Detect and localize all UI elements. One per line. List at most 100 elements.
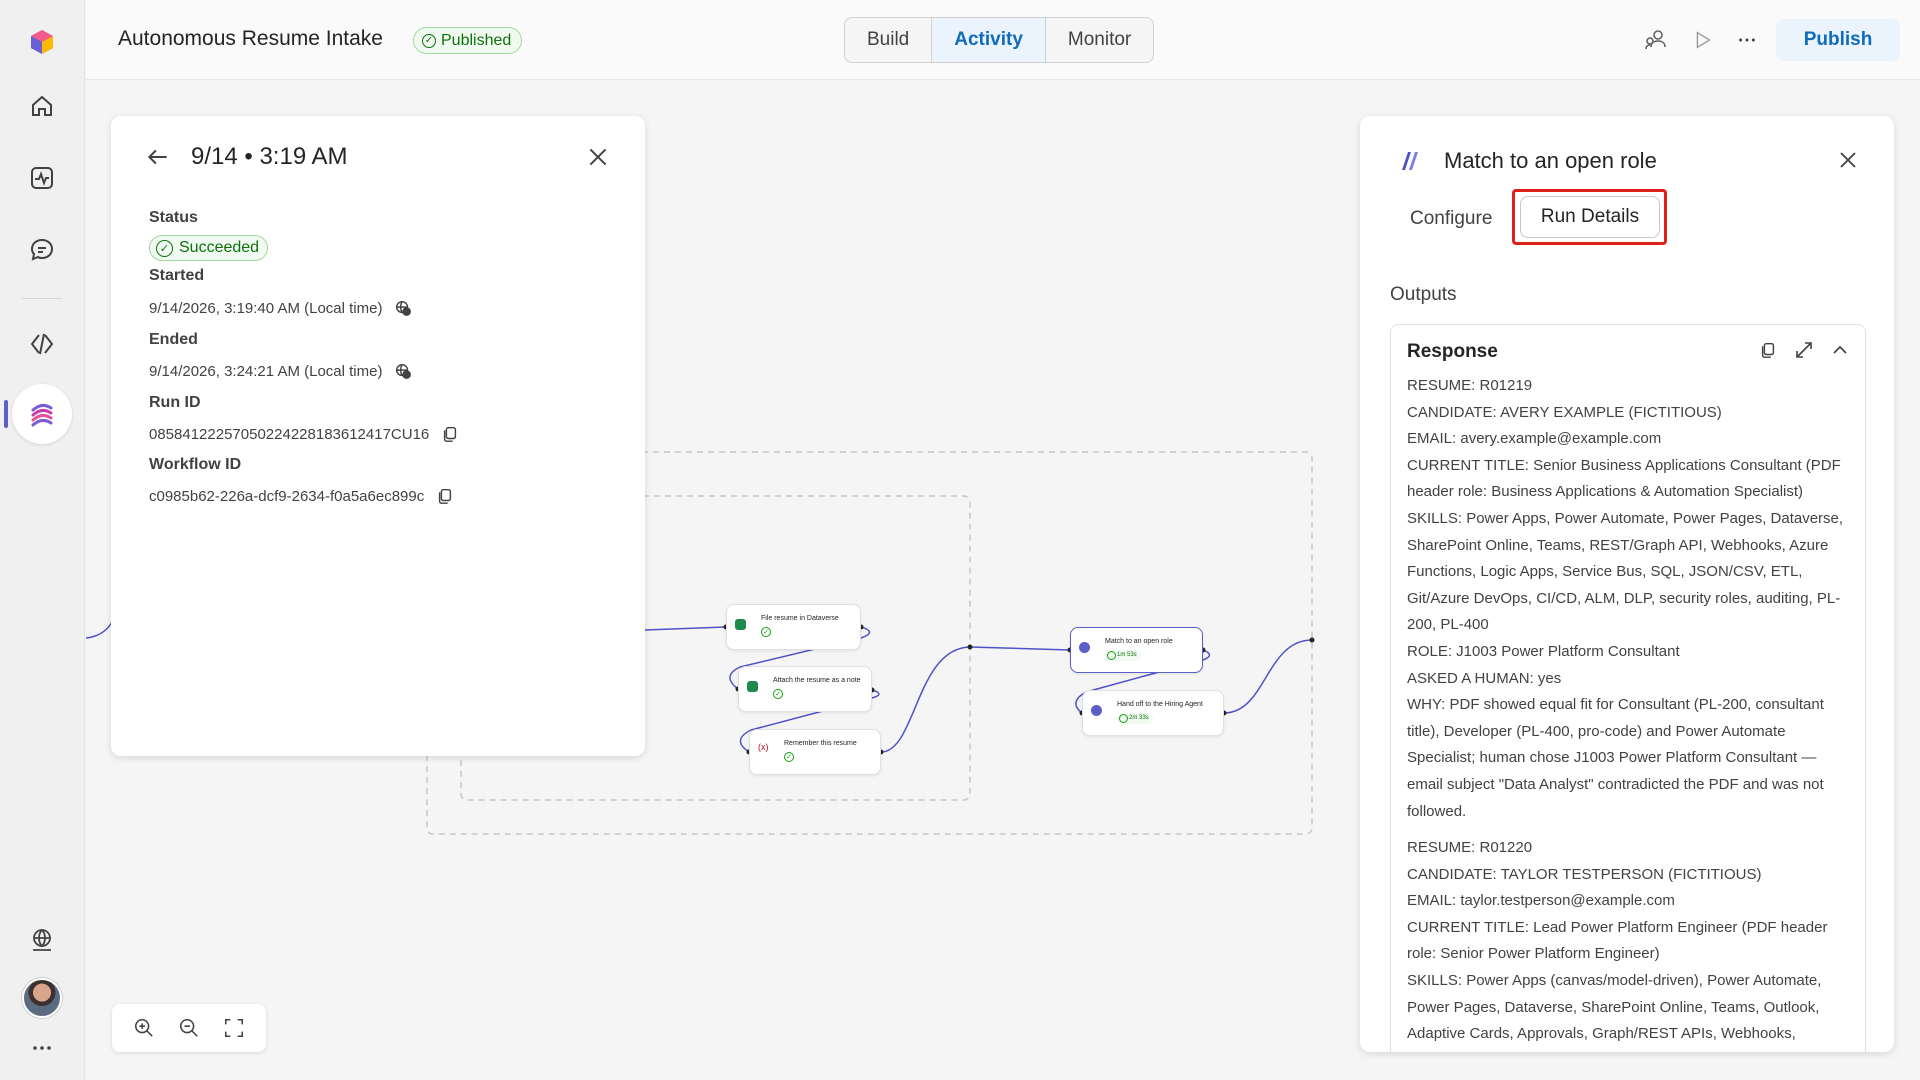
duration-badge: 1m 53s <box>1105 650 1141 661</box>
home-icon[interactable] <box>18 82 66 130</box>
zoom-in-icon[interactable] <box>131 1015 157 1041</box>
top-header: Autonomous Resume Intake ✓ Published Bui… <box>86 0 1920 80</box>
workflow-id-row: c0985b62-226a-dcf9-2634-f0a5a6ec899c <box>149 487 454 505</box>
step-details-panel: Match to an open role Configure Run Deta… <box>1360 116 1894 1052</box>
status-value: Succeeded <box>179 239 260 256</box>
started-label: Started <box>149 267 205 284</box>
dataverse-icon <box>747 681 758 692</box>
node-hand-off[interactable]: Hand off to the Hiring Agent 2m 33s <box>1082 690 1224 736</box>
status-badge: ✓ Succeeded <box>149 235 269 261</box>
dataverse-icon <box>735 619 746 630</box>
tab-run-details[interactable]: Run Details <box>1520 196 1660 238</box>
response-line: RESUME: R01220 <box>1407 839 1533 857</box>
response-line: CANDIDATE: TAYLOR TESTPERSON (FICTITIOUS… <box>1407 865 1762 883</box>
node-file-resume[interactable]: File resume in Dataverse ✓ <box>726 604 861 650</box>
node-label: Attach the resume as a note <box>773 677 861 684</box>
tab-build[interactable]: Build <box>845 18 933 62</box>
published-badge: ✓ Published <box>413 27 523 54</box>
agent-icon <box>1079 642 1090 653</box>
fit-view-icon[interactable] <box>221 1015 247 1041</box>
started-row: 9/14/2026, 3:19:40 AM (Local time) <box>149 299 412 317</box>
response-line: EMAIL: avery.example@example.com <box>1407 430 1662 448</box>
response-line: RESUME: R01219 <box>1407 377 1533 394</box>
response-card: Response RESUME: R01219 CANDIDATE: AVERY… <box>1390 324 1866 1052</box>
chat-icon[interactable] <box>18 226 66 274</box>
activity-icon[interactable] <box>18 154 66 202</box>
node-remember-resume[interactable]: (x) Remember this resume ✓ <box>749 729 881 775</box>
play-icon[interactable] <box>1688 26 1716 54</box>
workflow-id-label: Workflow ID <box>149 456 242 473</box>
copy-icon[interactable] <box>441 425 459 443</box>
variable-icon: (x) <box>758 742 769 752</box>
expand-icon[interactable] <box>1793 339 1815 361</box>
publish-button[interactable]: Publish <box>1776 19 1900 61</box>
run-summary-panel: 9/14 • 3:19 AM Status ✓ Succeeded Starte… <box>111 116 645 756</box>
zoom-controls <box>112 1004 266 1052</box>
step-title: Match to an open role <box>1444 148 1657 173</box>
rail-active-indicator <box>4 400 8 428</box>
ended-row: 9/14/2026, 3:24:21 AM (Local time) <box>149 362 412 380</box>
node-label: Match to an open role <box>1105 638 1173 645</box>
node-attach-note[interactable]: Attach the resume as a note ✓ <box>738 666 872 712</box>
response-line: CURRENT TITLE: Senior Business Applicati… <box>1407 456 1841 501</box>
view-tabs: Build Activity Monitor <box>844 17 1155 63</box>
rail-divider <box>22 298 62 299</box>
started-value: 9/14/2026, 3:19:40 AM (Local time) <box>149 299 383 317</box>
run-id-value: 08584122257050224228183612417CU16 <box>149 425 430 443</box>
node-label: Remember this resume <box>784 740 857 747</box>
copy-icon[interactable] <box>436 487 454 505</box>
response-text: RESUME: R01219 CANDIDATE: AVERY EXAMPLE … <box>1407 373 1855 1048</box>
code-icon[interactable] <box>18 320 66 368</box>
back-arrow-icon[interactable] <box>145 144 171 170</box>
node-label: Hand off to the Hiring Agent <box>1117 701 1203 708</box>
status-label: Status <box>149 209 198 226</box>
response-line: SKILLS: Power Apps, Power Automate, Powe… <box>1407 509 1844 634</box>
check-circle-icon: ✓ <box>156 239 173 257</box>
node-match-role[interactable]: Match to an open role 1m 53s <box>1070 627 1203 673</box>
globe-clock-icon <box>394 299 412 317</box>
node-label: File resume in Dataverse <box>761 615 839 622</box>
zoom-out-icon[interactable] <box>176 1015 202 1041</box>
globe-icon[interactable] <box>18 916 66 964</box>
workflow-id-value: c0985b62-226a-dcf9-2634-f0a5a6ec899c <box>149 487 425 505</box>
copy-icon[interactable] <box>1757 339 1779 361</box>
response-actions <box>1757 339 1851 361</box>
success-icon: ✓ <box>773 689 783 699</box>
app-logo-icon[interactable] <box>18 18 66 66</box>
agent-icon <box>1091 705 1102 716</box>
user-avatar[interactable] <box>22 978 62 1018</box>
response-line: ASKED A HUMAN: yes <box>1407 669 1562 687</box>
run-title: 9/14 • 3:19 AM <box>191 143 348 170</box>
share-people-icon[interactable] <box>1642 26 1670 54</box>
app-title: Autonomous Resume Intake <box>118 27 383 50</box>
close-icon[interactable] <box>585 144 611 170</box>
duration-badge: 2m 33s <box>1117 713 1153 724</box>
run-id-row: 08584122257050224228183612417CU16 <box>149 425 459 443</box>
globe-clock-icon <box>394 362 412 380</box>
more-icon[interactable] <box>18 1024 66 1072</box>
workflows-icon[interactable] <box>12 384 72 444</box>
response-line: EMAIL: taylor.testperson@example.com <box>1407 892 1675 910</box>
tab-activity[interactable]: Activity <box>932 18 1046 62</box>
more-options-icon[interactable] <box>1733 26 1761 54</box>
close-icon[interactable] <box>1836 148 1860 172</box>
response-line: WHY: PDF showed equal fit for Consultant… <box>1407 696 1824 820</box>
check-circle-icon: ✓ <box>422 33 436 48</box>
outputs-heading: Outputs <box>1390 284 1457 305</box>
success-icon: ✓ <box>784 752 794 762</box>
run-id-label: Run ID <box>149 394 201 411</box>
response-line: CURRENT TITLE: Lead Power Platform Engin… <box>1407 918 1828 963</box>
response-line: ROLE: J1003 Power Platform Consultant <box>1407 642 1680 660</box>
left-rail <box>0 0 85 1080</box>
ended-label: Ended <box>149 331 198 348</box>
success-icon: ✓ <box>761 627 771 637</box>
response-title: Response <box>1407 341 1498 362</box>
response-line: CANDIDATE: AVERY EXAMPLE (FICTITIOUS) <box>1407 403 1722 421</box>
ended-value: 9/14/2026, 3:24:21 AM (Local time) <box>149 362 383 380</box>
chevron-up-icon[interactable] <box>1829 339 1851 361</box>
published-badge-label: Published <box>441 31 512 49</box>
response-line: SKILLS: Power Apps (canvas/model-driven)… <box>1407 972 1822 1043</box>
tab-monitor[interactable]: Monitor <box>1046 18 1153 62</box>
tab-configure[interactable]: Configure <box>1410 208 1492 230</box>
